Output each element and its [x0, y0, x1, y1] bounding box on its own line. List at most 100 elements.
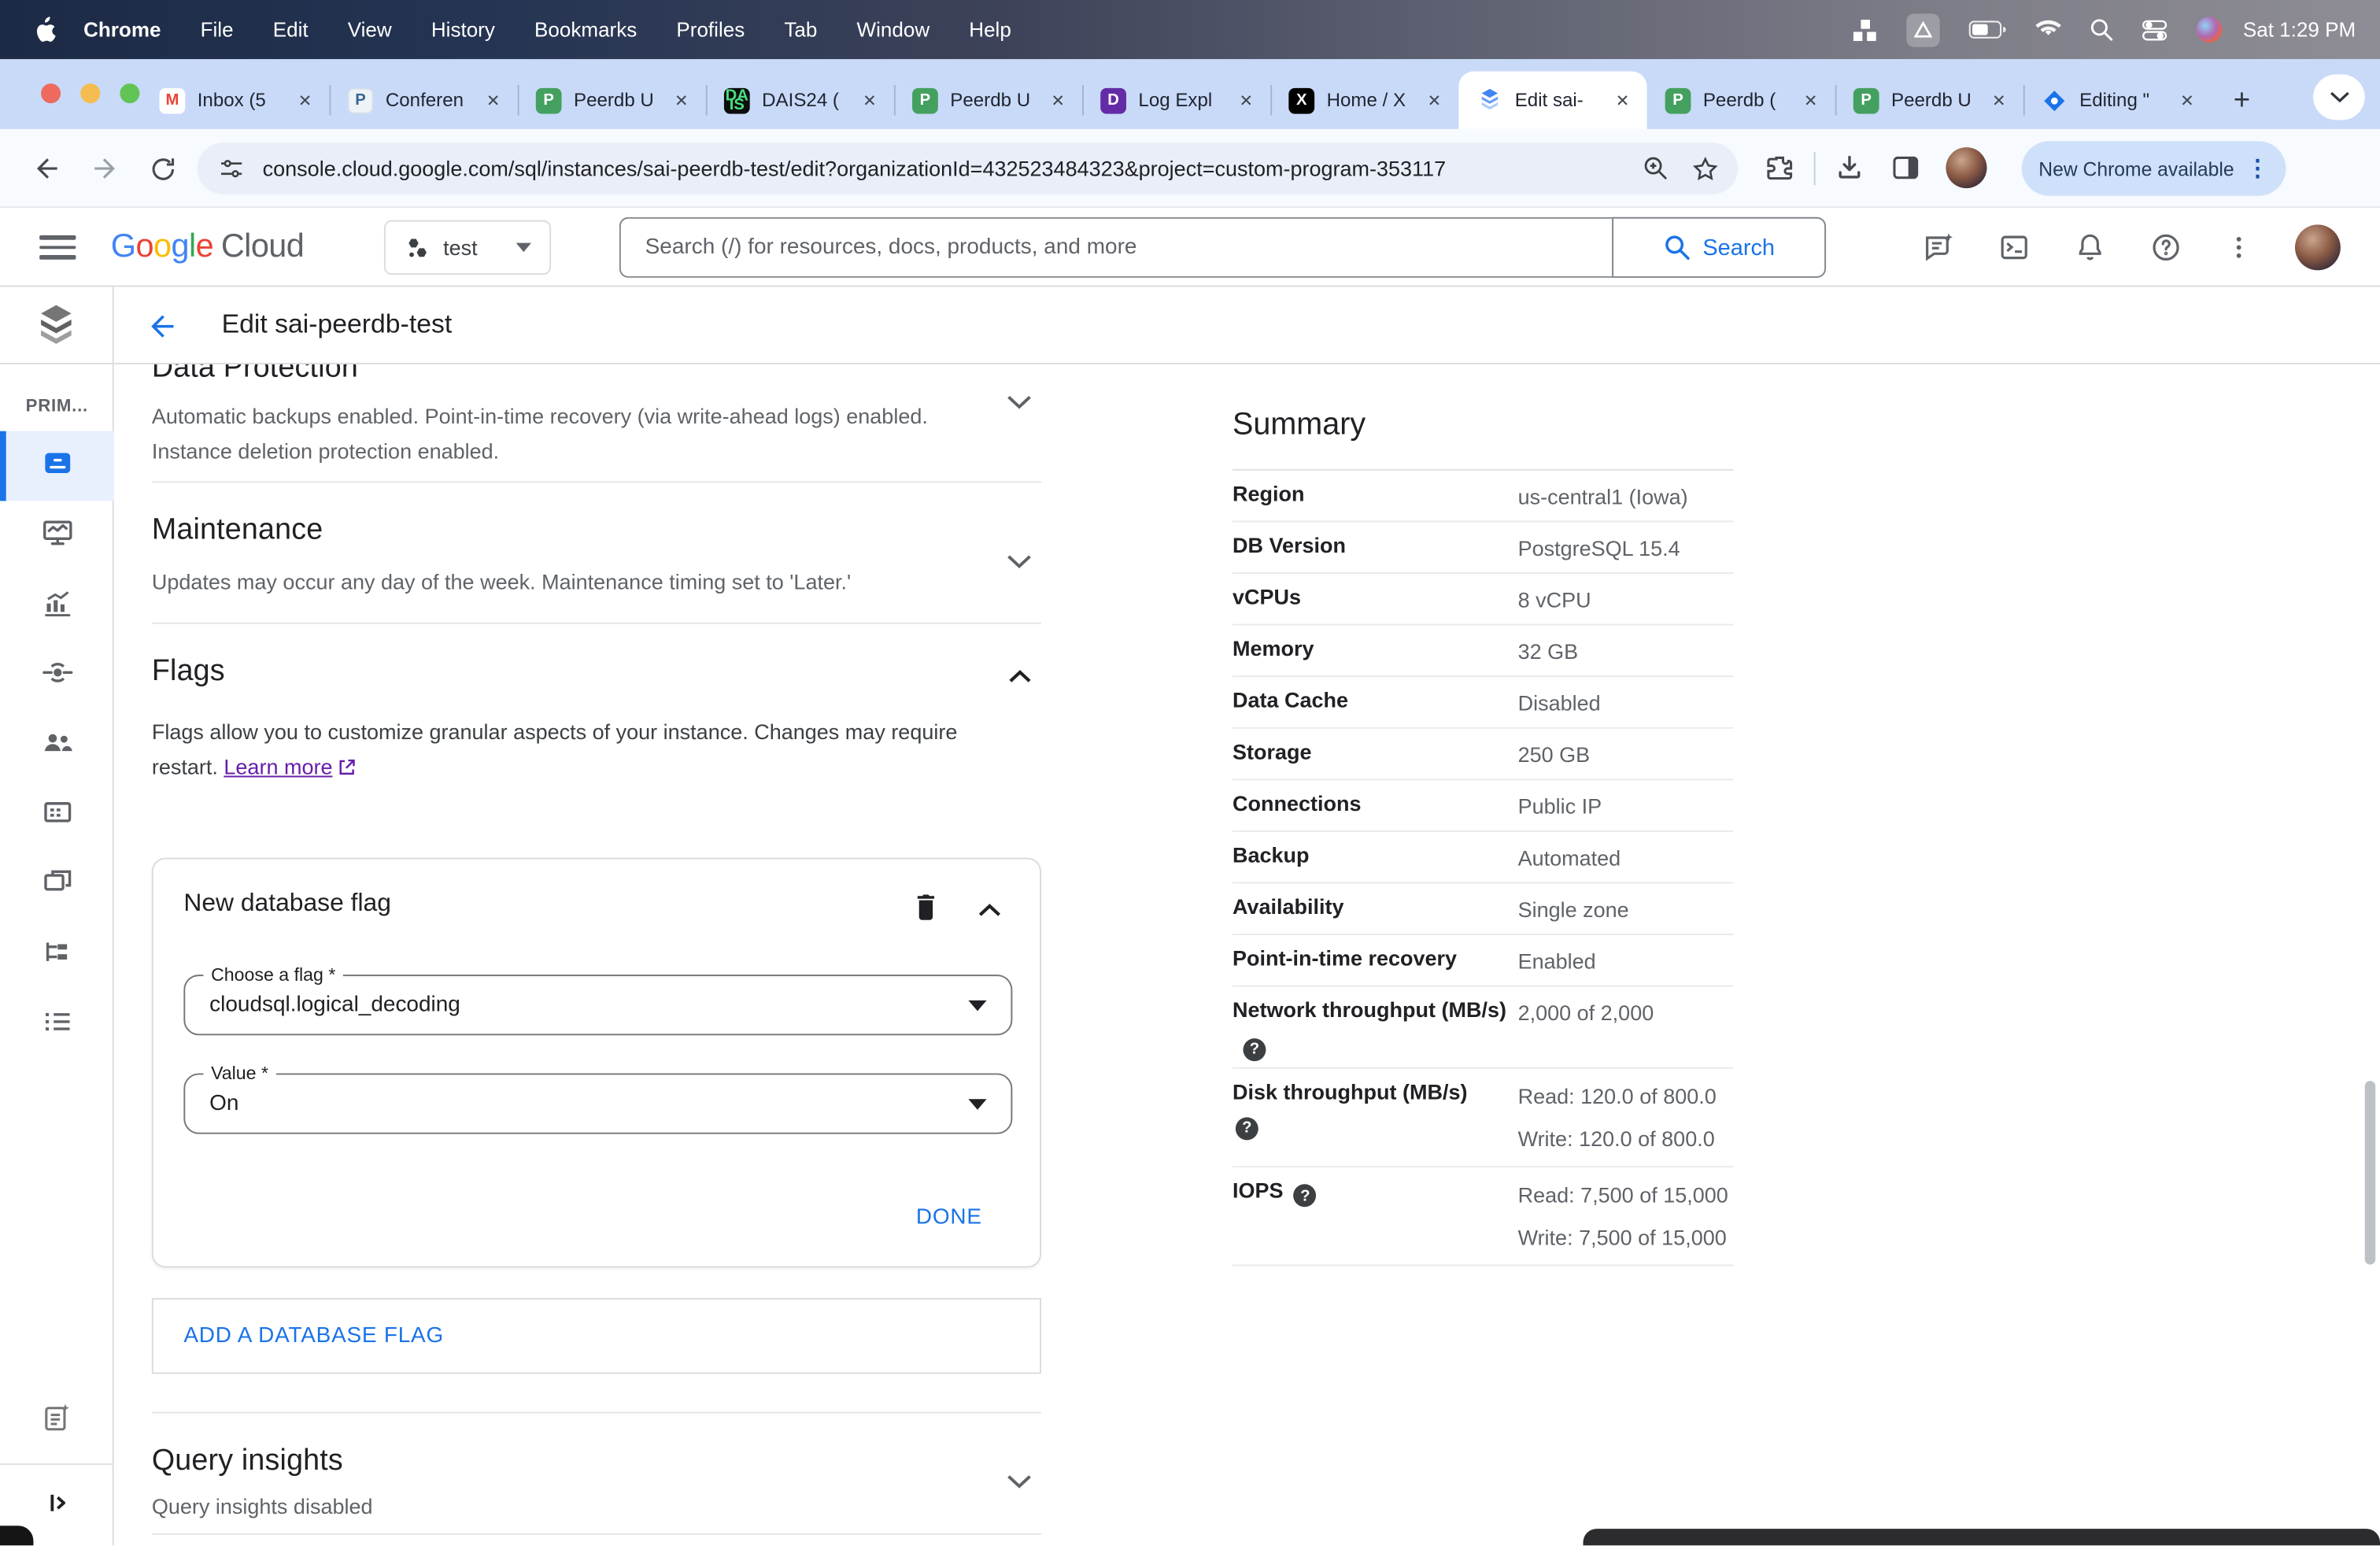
close-tab-icon[interactable]: ✕: [1986, 88, 2011, 113]
zoom-window-button[interactable]: [120, 83, 140, 104]
google-cloud-logo[interactable]: Google Cloud: [111, 227, 305, 265]
close-tab-icon[interactable]: ✕: [1610, 88, 1635, 113]
expand-maintenance-button[interactable]: [1007, 549, 1033, 577]
browser-tab-4[interactable]: DA IS DAIS24 (✕: [705, 72, 894, 129]
url-text[interactable]: console.cloud.google.com/sql/instances/s…: [263, 157, 1628, 181]
menubar-app-icon[interactable]: [1905, 13, 1940, 46]
delete-flag-button[interactable]: [906, 886, 945, 926]
menubar-clock[interactable]: Sat 1:29 PM: [2243, 18, 2356, 41]
browser-tab-5[interactable]: P Peerdb U ✕: [893, 72, 1082, 129]
reload-button[interactable]: [142, 149, 182, 188]
back-to-instance-button[interactable]: [142, 307, 182, 346]
menu-item-help[interactable]: Help: [969, 18, 1011, 41]
menu-item-history[interactable]: History: [431, 18, 495, 41]
tab-search-chevron[interactable]: [2313, 74, 2365, 120]
close-tab-icon[interactable]: ✕: [1798, 88, 1823, 113]
downloads-icon[interactable]: [1834, 152, 1865, 183]
help-icon[interactable]: ?: [1243, 1037, 1266, 1061]
cloud-shell-button[interactable]: [1996, 229, 2032, 265]
done-button[interactable]: DONE: [916, 1205, 982, 1230]
minimize-window-button[interactable]: [80, 83, 101, 104]
notifications-button[interactable]: [2071, 229, 2108, 265]
menu-item-file[interactable]: File: [201, 18, 234, 41]
project-picker[interactable]: test: [383, 220, 552, 276]
collapse-flags-button[interactable]: [1008, 664, 1033, 691]
url-bar[interactable]: console.cloud.google.com/sql/instances/s…: [197, 142, 1739, 194]
menu-item-edit[interactable]: Edit: [273, 18, 309, 41]
battery-icon[interactable]: [1968, 20, 2006, 39]
sidebar-item-users[interactable]: [0, 711, 114, 781]
nav-menu-icon[interactable]: [39, 231, 76, 264]
sidebar-item-operations[interactable]: [0, 989, 114, 1060]
siri-icon[interactable]: [2196, 17, 2222, 43]
browser-tab-7[interactable]: X Home / X ✕: [1270, 72, 1458, 129]
close-tab-icon[interactable]: ✕: [1234, 88, 1258, 113]
menu-app-name[interactable]: Chrome: [83, 18, 161, 41]
forward-button[interactable]: [85, 149, 124, 188]
browser-tab-3[interactable]: P Peerdb U ✕: [517, 72, 706, 129]
summary-row-availability: Availability Single zone: [1232, 883, 1734, 935]
close-tab-icon[interactable]: ✕: [1422, 88, 1447, 113]
cloud-search-button[interactable]: Search: [1612, 216, 1827, 278]
menu-item-tab[interactable]: Tab: [784, 18, 817, 41]
menu-item-bookmarks[interactable]: Bookmarks: [534, 18, 637, 41]
site-settings-icon[interactable]: [219, 156, 245, 182]
menu-item-view[interactable]: View: [348, 18, 392, 41]
sidebar-item-query-insights[interactable]: [0, 571, 114, 641]
close-tab-icon[interactable]: ✕: [1046, 88, 1070, 113]
collapse-flag-card-button[interactable]: [970, 890, 1009, 929]
browser-menu-icon[interactable]: ⋮: [2246, 155, 2269, 183]
learn-more-link[interactable]: Learn more: [224, 754, 332, 779]
add-database-flag-button[interactable]: ADD A DATABASE FLAG: [151, 1297, 1041, 1374]
sidebar-item-backups[interactable]: [0, 850, 114, 920]
browser-tab-10[interactable]: P Peerdb U ✕: [1835, 72, 2023, 129]
wifi-icon[interactable]: [2034, 20, 2061, 39]
cloud-search-input[interactable]: Search (/) for resources, docs, products…: [619, 216, 1613, 278]
close-tab-icon[interactable]: ✕: [293, 88, 317, 113]
chrome-update-pill[interactable]: New Chrome available ⋮: [2021, 141, 2286, 196]
side-panel-icon[interactable]: [1890, 152, 1922, 183]
close-tab-icon[interactable]: ✕: [2175, 88, 2200, 113]
sidebar-item-overview[interactable]: [0, 431, 114, 501]
help-icon[interactable]: ?: [1294, 1184, 1317, 1208]
choose-flag-select[interactable]: Choose a flag * cloudsql.logical_decodin…: [183, 963, 1013, 1036]
sidebar-item-replicas[interactable]: [0, 920, 114, 990]
close-tab-icon[interactable]: ✕: [669, 88, 693, 113]
control-center-icon[interactable]: [2142, 19, 2168, 40]
close-tab-icon[interactable]: ✕: [858, 88, 882, 113]
chat-sparkle-icon: [1926, 233, 1953, 261]
browser-tab-11[interactable]: Editing " ✕: [2023, 72, 2212, 129]
sidebar-item-connections[interactable]: [0, 641, 114, 711]
expand-data-protection-button[interactable]: [1007, 390, 1033, 418]
browser-tab-9[interactable]: P Peerdb (✕: [1646, 72, 1835, 129]
sidebar-item-system-insights[interactable]: [0, 501, 114, 571]
stats-icon[interactable]: [1853, 17, 1877, 42]
rail-item-release-notes[interactable]: [40, 1401, 73, 1442]
sidebar-item-databases[interactable]: [0, 780, 114, 850]
close-window-button[interactable]: [41, 83, 61, 104]
back-button[interactable]: [28, 149, 67, 188]
release-notes-button[interactable]: [1920, 229, 1957, 265]
zoom-page-icon[interactable]: [1643, 155, 1670, 183]
bookmark-star-icon[interactable]: [1691, 154, 1720, 183]
spotlight-search-icon[interactable]: [2090, 18, 2112, 41]
help-icon[interactable]: ?: [1235, 1116, 1258, 1140]
help-button[interactable]: [2148, 229, 2184, 265]
browser-tab-8[interactable]: Edit sai- ✕: [1458, 71, 1647, 129]
apple-menu-icon[interactable]: [33, 16, 56, 43]
browser-tab-1[interactable]: M Inbox (5 ✕: [141, 72, 329, 129]
page-scrollbar[interactable]: [2364, 1081, 2376, 1265]
browser-tab-2[interactable]: P Conferen ✕: [329, 72, 517, 129]
console-more-menu[interactable]: [2220, 229, 2256, 265]
extensions-icon[interactable]: [1764, 152, 1796, 183]
expand-query-insights-button[interactable]: [1007, 1470, 1033, 1497]
account-avatar[interactable]: [2294, 224, 2341, 271]
menu-item-window[interactable]: Window: [857, 18, 930, 41]
new-tab-button[interactable]: +: [2223, 83, 2260, 120]
rail-collapse-button[interactable]: [43, 1489, 71, 1524]
menu-item-profiles[interactable]: Profiles: [676, 18, 745, 41]
browser-tab-6[interactable]: D Log Expl ✕: [1082, 72, 1270, 129]
close-tab-icon[interactable]: ✕: [481, 88, 505, 113]
flag-value-select[interactable]: Value * On: [183, 1062, 1013, 1134]
browser-profile-avatar[interactable]: [1946, 147, 1987, 189]
